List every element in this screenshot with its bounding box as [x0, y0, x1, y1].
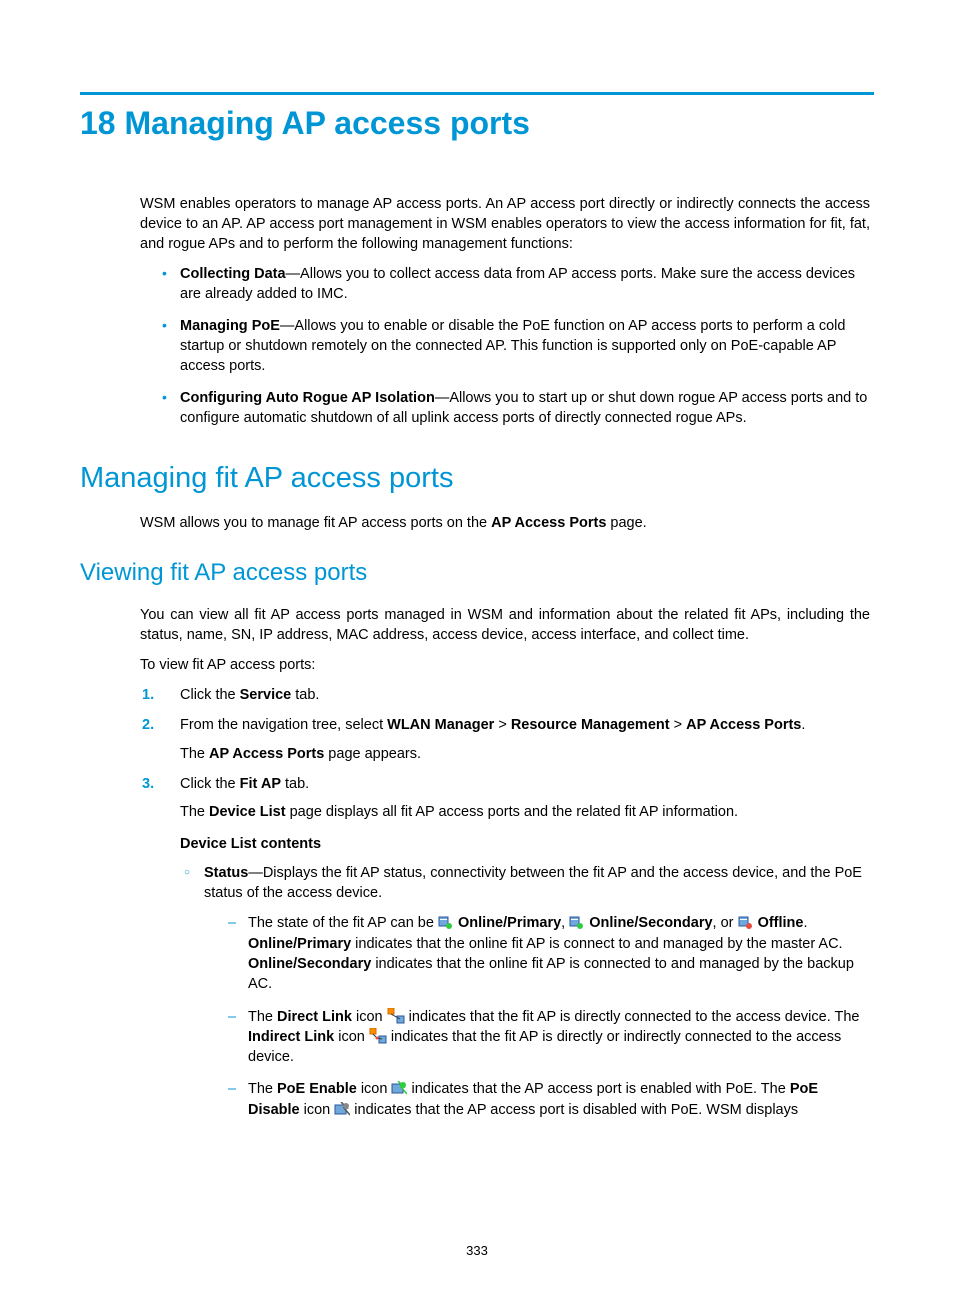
poe-disable-icon	[334, 1102, 350, 1117]
feature-list: Collecting Data—Allows you to collect ac…	[162, 264, 870, 428]
icon-label: Direct Link	[277, 1009, 352, 1025]
subsection-intro: You can view all fit AP access ports man…	[140, 605, 870, 645]
feature-desc: —Allows you to enable or disable the PoE…	[180, 318, 845, 374]
page-name: AP Access Ports	[209, 746, 324, 762]
page-number: 333	[0, 1243, 954, 1258]
nav-item: Resource Management	[511, 717, 670, 733]
text: The	[180, 746, 209, 762]
text: Click the	[180, 687, 240, 703]
sub-item: The PoE Enable icon indicates that the A…	[226, 1079, 870, 1120]
step-item: Click the Service tab.	[140, 685, 870, 705]
sep: >	[670, 717, 687, 733]
text: indicates that the online fit AP is conn…	[351, 936, 842, 952]
list-item: Collecting Data—Allows you to collect ac…	[162, 264, 870, 304]
text: page appears.	[324, 746, 421, 762]
text: The state of the fit AP can be	[248, 915, 438, 931]
tab-name: Fit AP	[240, 776, 281, 792]
state-label: Online/Secondary	[248, 956, 371, 972]
text: tab.	[281, 776, 309, 792]
text: The	[248, 1009, 277, 1025]
step-result: The Device List page displays all fit AP…	[180, 802, 870, 822]
text: WSM allows you to manage fit AP access p…	[140, 515, 491, 531]
text: icon	[352, 1009, 387, 1025]
field-name: Status	[204, 865, 248, 881]
status-sublist: The state of the fit AP can be Online/Pr…	[226, 913, 870, 1120]
indirect-link-icon	[369, 1028, 387, 1044]
list-item: Configuring Auto Rogue AP Isolation—Allo…	[162, 388, 870, 428]
chapter-title: 18 Managing AP access ports	[80, 105, 874, 142]
feature-name: Managing PoE	[180, 318, 280, 334]
subsection-heading: Viewing fit AP access ports	[80, 559, 874, 587]
steps-lead: To view fit AP access ports:	[140, 655, 870, 675]
step-item: From the navigation tree, select WLAN Ma…	[140, 715, 870, 764]
text: page.	[606, 515, 646, 531]
text: page displays all fit AP access ports an…	[286, 804, 738, 820]
state-label: Online/Primary	[248, 936, 351, 952]
intro-paragraph: WSM enables operators to manage AP acces…	[140, 194, 870, 254]
icon-label: Indirect Link	[248, 1029, 334, 1045]
text: Click the	[180, 776, 240, 792]
poe-enable-icon	[391, 1081, 407, 1096]
text: .	[803, 915, 807, 931]
section-heading: Managing fit AP access ports	[80, 462, 874, 495]
direct-link-icon	[387, 1008, 405, 1024]
text: icon	[300, 1102, 335, 1118]
text: icon	[334, 1029, 369, 1045]
step-result: The AP Access Ports page appears.	[180, 744, 870, 764]
ap-offline-icon	[738, 916, 754, 930]
ap-online-secondary-icon	[569, 916, 585, 930]
state-label: Offline	[758, 915, 804, 931]
feature-name: Configuring Auto Rogue AP Isolation	[180, 390, 435, 406]
page-name: Device List	[209, 804, 286, 820]
page-name: AP Access Ports	[491, 515, 606, 531]
section-intro: WSM allows you to manage fit AP access p…	[140, 513, 870, 533]
icon-label: PoE Enable	[277, 1081, 357, 1097]
nav-item: WLAN Manager	[387, 717, 494, 733]
procedure-steps: Click the Service tab. From the navigati…	[140, 685, 870, 1120]
state-label: Online/Primary	[458, 915, 561, 931]
nav-item: AP Access Ports	[686, 717, 801, 733]
ap-online-icon	[438, 916, 454, 930]
contents-heading: Device List contents	[180, 834, 870, 854]
text: From the navigation tree, select	[180, 717, 387, 733]
tab-name: Service	[240, 687, 292, 703]
sep: >	[494, 717, 511, 733]
sub-item: The Direct Link icon indicates that the …	[226, 1007, 870, 1068]
text: indicates that the fit AP is directly co…	[409, 1009, 860, 1025]
step-item: Click the Fit AP tab. The Device List pa…	[140, 774, 870, 1120]
text: indicates that the AP access port is ena…	[412, 1081, 790, 1097]
text: .	[801, 717, 805, 733]
text: icon	[357, 1081, 392, 1097]
sub-item: The state of the fit AP can be Online/Pr…	[226, 913, 870, 994]
state-label: Online/Secondary	[589, 915, 712, 931]
list-item: Managing PoE—Allows you to enable or dis…	[162, 316, 870, 376]
text: indicates that the AP access port is dis…	[354, 1102, 798, 1118]
text: ,	[561, 915, 569, 931]
field-desc: —Displays the fit AP status, connectivit…	[204, 865, 862, 901]
field-list: Status—Displays the fit AP status, conne…	[182, 863, 870, 1120]
text: , or	[713, 915, 738, 931]
text: The	[180, 804, 209, 820]
feature-name: Collecting Data	[180, 266, 286, 282]
text: The	[248, 1081, 277, 1097]
field-item: Status—Displays the fit AP status, conne…	[182, 863, 870, 1120]
text: tab.	[291, 687, 319, 703]
